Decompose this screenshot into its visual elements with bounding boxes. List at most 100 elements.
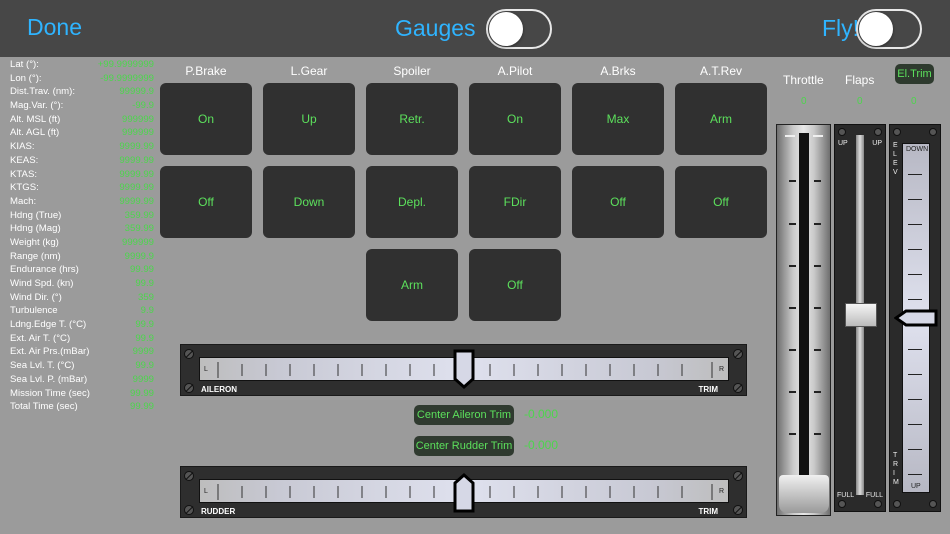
- stat-value: 9999.99: [119, 195, 154, 207]
- eltrim-tick: [908, 424, 922, 425]
- screw-icon: [733, 349, 743, 359]
- throttle-handle[interactable]: [779, 475, 829, 513]
- stat-label: KTAS:: [10, 168, 38, 180]
- stat-row: Sea Lvl. P. (mBar) 9999: [10, 374, 154, 388]
- center-rudder-trim-button[interactable]: Center Rudder Trim: [414, 436, 514, 456]
- atrev-off-button[interactable]: Off: [675, 166, 767, 238]
- stat-value: 359.99: [124, 209, 154, 221]
- fly-toggle-knob: [859, 12, 893, 46]
- throttle-value: 0: [801, 96, 807, 107]
- eltrim-value: 0: [911, 96, 917, 107]
- pbrake-on-button[interactable]: On: [160, 83, 252, 155]
- stat-label: Ext. Air T. (°C): [10, 332, 71, 344]
- eltrim-trim-label: TRIM: [893, 452, 899, 486]
- aileron-trim-pointer-icon[interactable]: [453, 349, 475, 389]
- done-button[interactable]: Done: [27, 14, 82, 41]
- elevator-trim-slider[interactable]: ELEV TRIM DOWN UP: [889, 124, 941, 512]
- eltrim-button[interactable]: El.Trim: [895, 64, 934, 84]
- flight-stats: Lat (°): +99.9999999 Lon (°): -99.9999999 …: [10, 59, 154, 415]
- stat-row: Ext. Air Prs.(mBar) 9999: [10, 346, 154, 360]
- abrks-max-button[interactable]: Max: [572, 83, 664, 155]
- apilot-fdir-button[interactable]: FDir: [469, 166, 561, 238]
- eltrim-elev-label: ELEV: [893, 142, 898, 176]
- throttle-tick: [789, 265, 796, 267]
- spoiler-retract-button[interactable]: Retr.: [366, 83, 458, 155]
- stat-row: Mission Time (sec) 99.99: [10, 388, 154, 402]
- eltrim-pointer-icon[interactable]: [894, 309, 938, 327]
- lgear-down-button[interactable]: Down: [263, 166, 355, 238]
- throttle-tick: [789, 433, 796, 435]
- stat-value: 9999.99: [119, 141, 154, 153]
- spoiler-arm-button[interactable]: Arm: [366, 249, 458, 321]
- aileron-trim-caption: TRIM: [698, 385, 718, 394]
- stat-row: Sea Lvl. T. (°C) 99.9: [10, 360, 154, 374]
- flaps-up-label: UP: [838, 140, 848, 147]
- spoiler-deploy-button[interactable]: Depl.: [366, 166, 458, 238]
- rudder-trim-pointer-icon[interactable]: [453, 473, 475, 513]
- abrks-off-button[interactable]: Off: [572, 166, 664, 238]
- eltrim-down-label: DOWN: [906, 146, 929, 153]
- stat-row: Alt. AGL (ft) 999999: [10, 127, 154, 141]
- stat-label: Wind Spd. (kn): [10, 278, 74, 289]
- flaps-value: 0: [857, 96, 863, 107]
- stat-label: Mach:: [10, 195, 37, 207]
- stat-value: 9999: [132, 346, 154, 358]
- gauges-toggle[interactable]: [486, 9, 552, 49]
- stat-row: Lat (°): +99.9999999: [10, 59, 154, 73]
- eltrim-tick: [908, 274, 922, 275]
- stat-row: Hdng (True) 359.99: [10, 209, 154, 224]
- column-label-atrev: A.T.Rev: [699, 64, 742, 78]
- center-aileron-trim-button[interactable]: Center Aileron Trim: [414, 405, 514, 425]
- apilot-on-button[interactable]: On: [469, 83, 561, 155]
- stat-value: 9999.99: [119, 154, 154, 166]
- pbrake-off-button[interactable]: Off: [160, 166, 252, 238]
- rudder-trim-slider[interactable]: L R RUDDER TRIM: [180, 466, 747, 518]
- throttle-tick: [814, 391, 821, 393]
- stat-row: Ext. Air T. (°C) 99.9: [10, 332, 154, 347]
- aileron-trim-slider[interactable]: L R AILERON TRIM: [180, 344, 747, 396]
- throttle-tick: [789, 391, 796, 393]
- stat-label: Alt. AGL (ft): [10, 127, 60, 139]
- screw-icon: [929, 500, 937, 508]
- apilot-off-button[interactable]: Off: [469, 249, 561, 321]
- flaps-label: Flaps: [845, 73, 875, 87]
- gauges-label: Gauges: [395, 15, 476, 41]
- throttle-lever[interactable]: [776, 124, 831, 516]
- column-label-lgear: L.Gear: [290, 64, 328, 78]
- right-letter: R: [718, 488, 724, 495]
- stat-value: 99.99: [129, 264, 154, 276]
- stat-value: -99.9: [132, 100, 154, 112]
- stat-label: Hdng (True): [10, 209, 62, 221]
- column-label-pbrake: P.Brake: [185, 64, 227, 78]
- eltrim-tick: [908, 224, 922, 225]
- stat-label: Ldng.Edge T. (°C): [10, 319, 87, 331]
- stat-label: Alt. MSL (ft): [10, 113, 61, 125]
- stat-row: Dist.Trav. (nm): 99999.9: [10, 86, 154, 100]
- stat-label: Range (nm): [10, 250, 61, 262]
- screw-icon: [733, 471, 743, 481]
- throttle-tick: [789, 349, 796, 351]
- stat-label: Lon (°):: [10, 72, 42, 84]
- screw-icon: [184, 349, 194, 359]
- atrev-arm-button[interactable]: Arm: [675, 83, 767, 155]
- stat-label: Sea Lvl. T. (°C): [10, 360, 75, 372]
- stat-label: Mag.Var. (°):: [10, 100, 64, 112]
- flaps-handle[interactable]: [845, 303, 877, 327]
- screw-icon: [838, 128, 846, 136]
- flaps-lever[interactable]: UP UP FULL FULL: [834, 124, 886, 512]
- throttle-tick: [814, 223, 821, 225]
- eltrim-tick: [908, 449, 922, 450]
- eltrim-tick: [908, 249, 922, 250]
- screw-icon: [184, 383, 194, 393]
- stat-label: Weight (kg): [10, 236, 59, 248]
- stat-label: Turbulence: [10, 305, 58, 317]
- left-letter: L: [204, 488, 208, 495]
- column-label-apilot: A.Pilot: [497, 64, 533, 78]
- lgear-up-button[interactable]: Up: [263, 83, 355, 155]
- stat-value: +99.9999999: [97, 59, 154, 70]
- stat-label: KTGS:: [10, 182, 39, 194]
- column-label-abrks: A.Brks: [600, 64, 636, 78]
- stat-row: KEAS: 9999.99: [10, 155, 154, 169]
- throttle-label: Throttle: [783, 73, 824, 87]
- fly-toggle[interactable]: [856, 9, 922, 49]
